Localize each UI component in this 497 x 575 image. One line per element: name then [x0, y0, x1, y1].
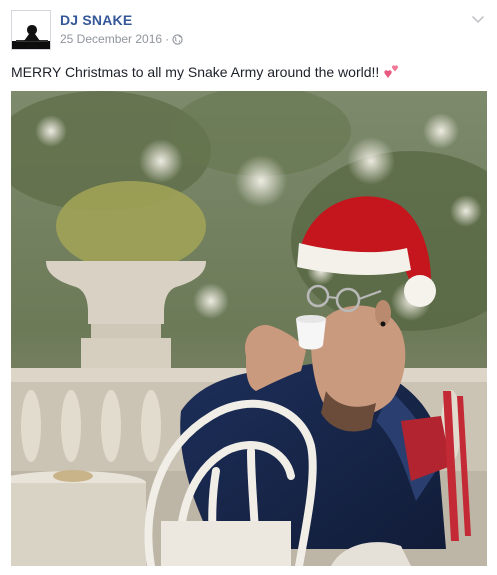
- two-hearts-icon: [384, 65, 399, 78]
- avatar[interactable]: [11, 10, 51, 50]
- author-name[interactable]: DJ SNAKE: [60, 12, 132, 28]
- photo-image: [11, 91, 487, 566]
- globe-icon[interactable]: [172, 33, 183, 45]
- meta-separator: ·: [165, 32, 170, 46]
- post-text: MERRY Christmas to all my Snake Army aro…: [11, 63, 487, 81]
- post-date[interactable]: 25 December 2016: [60, 32, 162, 46]
- post-photo[interactable]: [11, 91, 487, 566]
- post-message: MERRY Christmas to all my Snake Army aro…: [11, 64, 380, 80]
- post-meta: 25 December 2016 ·: [60, 32, 183, 46]
- avatar-image: [12, 11, 50, 49]
- chevron-down-icon[interactable]: [471, 12, 485, 26]
- post-header: DJ SNAKE 25 December 2016 ·: [11, 10, 487, 50]
